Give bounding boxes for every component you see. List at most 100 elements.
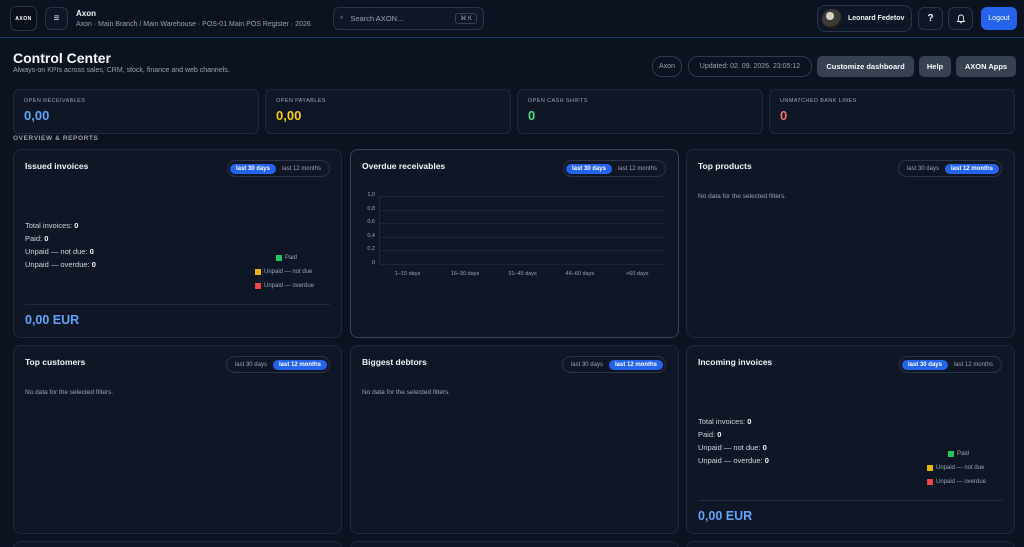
range-30-days[interactable]: last 30 days xyxy=(901,164,945,174)
overdue-chart: 1,0 0,8 0,6 0,4 0,2 0 1–15 days 16–30 days 31–45… xyxy=(351,150,680,339)
page-subtitle: Always-on KPIs across sales, CRM, stock,… xyxy=(13,67,230,74)
bell-icon xyxy=(956,14,965,23)
range-30-days[interactable]: last 30 days xyxy=(565,360,609,370)
stat-value: 0 xyxy=(747,417,752,426)
legend-overdue: Unpaid — overdue xyxy=(936,479,987,485)
stat-value: 0 xyxy=(717,430,722,439)
stat-label: Paid: xyxy=(698,430,716,439)
legend-swatch xyxy=(948,451,954,457)
legend-paid: Paid xyxy=(285,255,298,261)
help-button[interactable]: ? xyxy=(918,7,943,30)
logout-button[interactable]: Logout xyxy=(981,7,1017,30)
range-30-days[interactable]: last 30 days xyxy=(901,359,948,370)
page-title: Control Center xyxy=(13,50,111,66)
chart-gridline xyxy=(379,264,666,265)
range-12-months[interactable]: last 12 months xyxy=(272,359,327,370)
chart-gridline xyxy=(379,196,666,197)
stat-value: 0 xyxy=(762,443,767,452)
legend: Paid Unpaid — not due Unpaid — overdue xyxy=(255,251,314,293)
legend-not-due: Unpaid — not due xyxy=(264,269,313,275)
chart-gridline xyxy=(379,250,666,252)
stat-value: 0 xyxy=(89,247,94,256)
legend-not-due: Unpaid — not due xyxy=(936,465,985,471)
customize-dashboard-button[interactable]: Customize dashboard xyxy=(817,56,914,77)
stat-label: Total invoices: xyxy=(25,221,73,230)
stat-label: Paid: xyxy=(25,234,43,243)
legend: Paid Unpaid — not due Unpaid — overdue xyxy=(927,447,986,489)
card-partial xyxy=(686,541,1015,547)
search-shortcut: ⌘ K xyxy=(455,13,477,24)
y-tick-label: 1,0 xyxy=(367,192,375,198)
card-partial xyxy=(350,541,679,547)
brand: Axon Axon · Main Branch / Main Warehouse… xyxy=(76,9,311,28)
kpi-unmatched-bank-lines: UNMATCHED BANK LINES 0 xyxy=(769,89,1015,134)
range-30-days[interactable]: last 30 days xyxy=(229,163,276,174)
search-placeholder: Search AXON... xyxy=(350,14,404,23)
range-toggle: last 30 days last 12 months xyxy=(898,356,1002,373)
kpi-open-receivables: OPEN RECEIVABLES 0,00 xyxy=(13,89,259,134)
card-title: Top products xyxy=(698,161,752,171)
tenant-pill: Axon xyxy=(652,56,682,77)
card-issued-invoices: Issued invoices last 30 days last 12 mon… xyxy=(13,149,342,338)
top-bar: AXON ≡ Axon Axon · Main Branch / Main Wa… xyxy=(0,0,1024,38)
invoice-stats: Total invoices: 0 Paid: 0 Unpaid — not d… xyxy=(25,219,96,271)
range-toggle: last 30 days last 12 months xyxy=(897,160,1002,177)
invoice-stats: Total invoices: 0 Paid: 0 Unpaid — not d… xyxy=(698,415,769,467)
card-title: Biggest debtors xyxy=(362,357,427,367)
kpi-value: 0 xyxy=(780,108,788,123)
legend-overdue: Unpaid — overdue xyxy=(264,283,315,289)
card-partial xyxy=(13,541,342,547)
range-12-months[interactable]: last 12 months xyxy=(944,163,999,174)
range-12-months[interactable]: last 12 months xyxy=(948,360,999,370)
card-title: Issued invoices xyxy=(25,161,89,171)
legend-swatch xyxy=(255,269,261,275)
stat-label: Unpaid — overdue: xyxy=(698,456,763,465)
card-overdue-receivables: Overdue receivables last 30 days last 12… xyxy=(350,149,679,338)
kpi-label: OPEN PAYABLES xyxy=(276,98,326,104)
menu-button[interactable]: ≡ xyxy=(45,7,68,30)
search-input[interactable]: ⌕ Search AXON... ⌘ K xyxy=(333,7,484,30)
x-tick-label: 16–30 days xyxy=(450,271,480,277)
y-tick-label: 0,6 xyxy=(367,219,375,226)
range-12-months[interactable]: last 12 months xyxy=(276,164,327,174)
legend-swatch xyxy=(276,255,282,261)
help-link-button[interactable]: Help xyxy=(919,56,951,77)
avatar xyxy=(822,8,842,29)
chart-gridline xyxy=(379,236,666,238)
invoice-total-amount: 0,00 EUR xyxy=(698,509,753,523)
search-icon: ⌕ xyxy=(340,15,344,21)
empty-state: No data for the selected filters. xyxy=(362,389,451,396)
app-logo[interactable]: AXON xyxy=(10,6,37,31)
stat-value: 0 xyxy=(74,221,79,230)
user-menu[interactable]: Leonard Fedetov xyxy=(817,5,912,32)
stat-label: Total invoices: xyxy=(698,417,746,426)
range-toggle: last 30 days last 12 months xyxy=(561,356,666,373)
range-30-days[interactable]: last 30 days xyxy=(229,360,273,370)
stat-label: Unpaid — overdue: xyxy=(25,260,90,269)
range-12-months[interactable]: last 12 months xyxy=(608,359,663,370)
legend-paid: Paid xyxy=(957,451,970,457)
invoice-total-amount: 0,00 EUR xyxy=(25,313,80,327)
brand-title: Axon xyxy=(76,9,96,18)
card-top-products: Top products last 30 days last 12 months… xyxy=(686,149,1015,338)
empty-state: No data for the selected filters. xyxy=(25,389,114,396)
notifications-button[interactable] xyxy=(948,7,973,30)
help-icon: ? xyxy=(927,13,934,24)
stat-value: 0 xyxy=(764,456,769,465)
kpi-value: 0,00 xyxy=(24,108,50,123)
chart-gridline xyxy=(379,209,666,211)
axon-apps-button[interactable]: AXON Apps xyxy=(956,56,1016,77)
chart-gridline xyxy=(379,223,666,225)
section-title: OVERVIEW & REPORTS xyxy=(13,135,99,142)
kpi-value: 0,00 xyxy=(276,108,302,123)
empty-state: No data for the selected filters. xyxy=(698,193,787,200)
user-name: Leonard Fedetov xyxy=(848,15,905,22)
stat-value: 0 xyxy=(44,234,49,243)
y-tick-label: 0 xyxy=(371,260,375,266)
x-tick-label: 46–60 days xyxy=(565,271,595,277)
card-incoming-invoices: Incoming invoices last 30 days last 12 m… xyxy=(686,345,1015,534)
brand-context: Axon · Main Branch / Main Warehouse · PO… xyxy=(76,21,311,28)
card-biggest-debtors: Biggest debtors last 30 days last 12 mon… xyxy=(350,345,679,534)
divider xyxy=(25,304,330,305)
stat-value: 0 xyxy=(91,260,96,269)
